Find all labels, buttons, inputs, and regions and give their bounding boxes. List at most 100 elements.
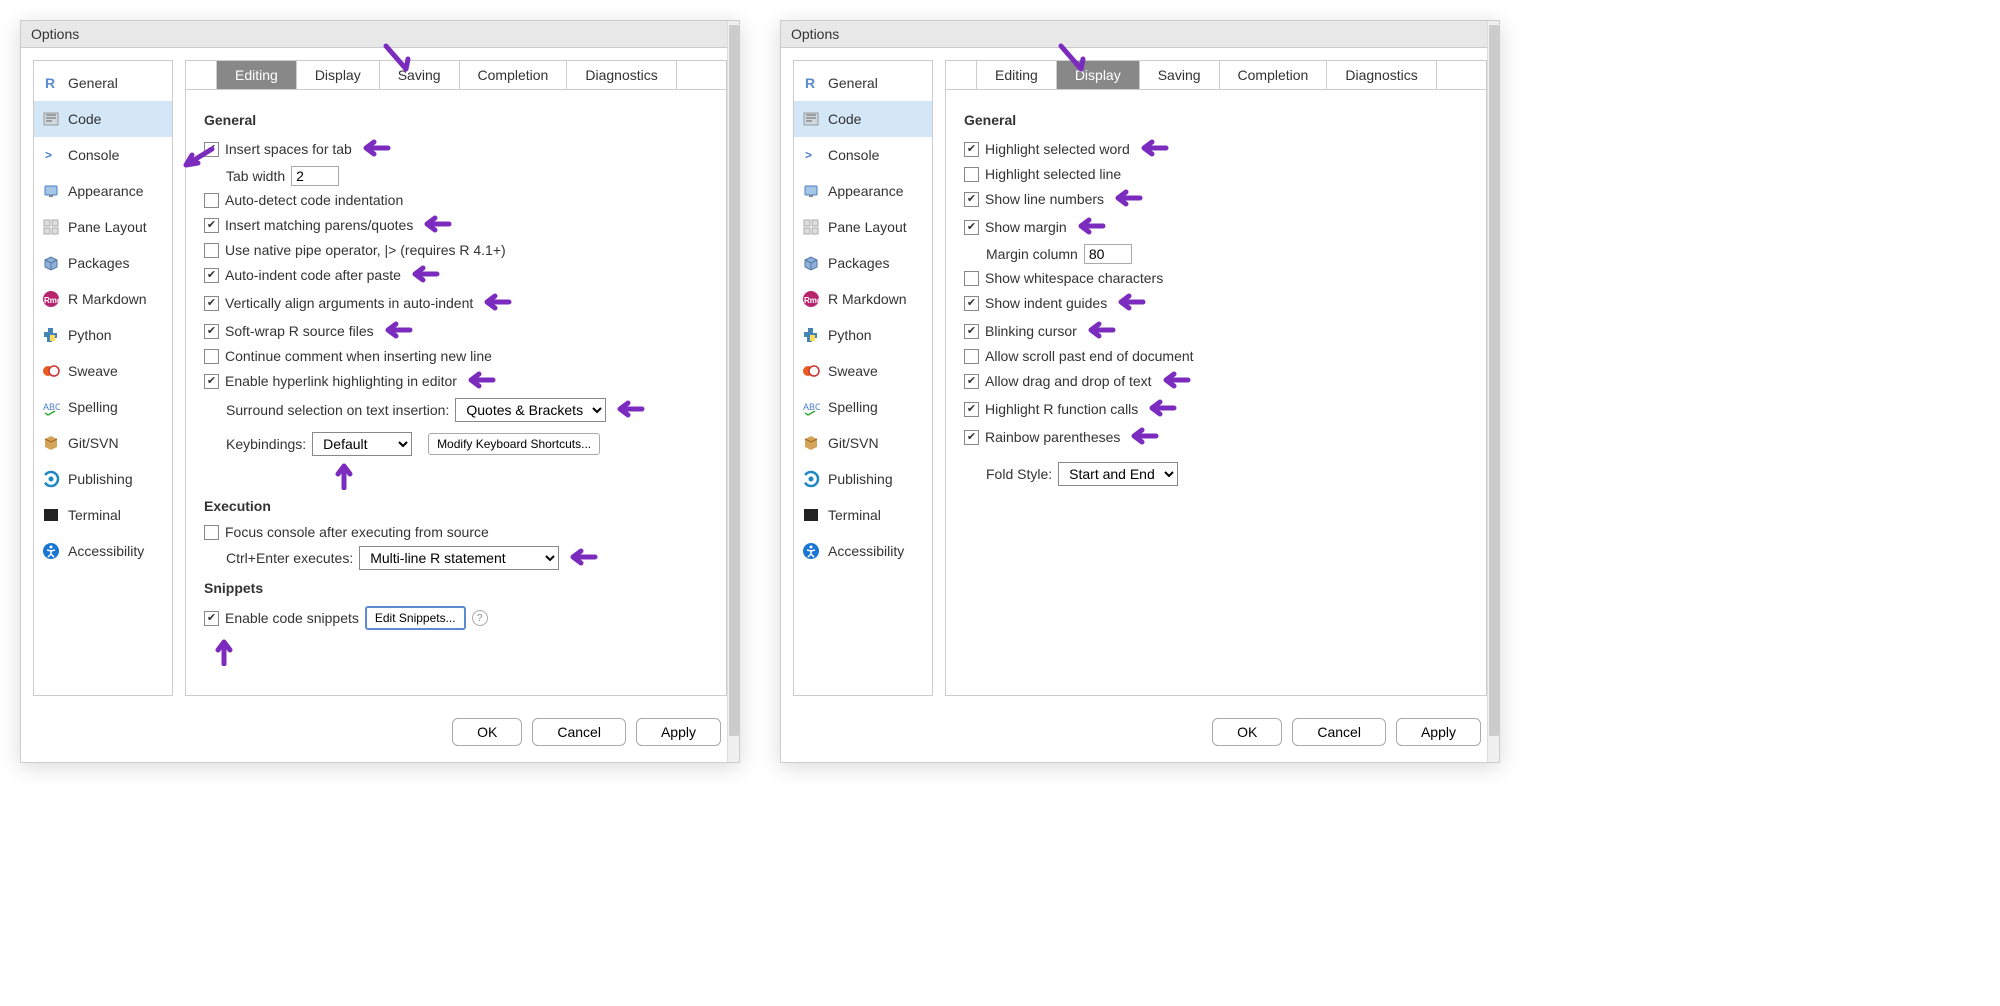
sidebar-item-general[interactable]: R General [34, 65, 172, 101]
sidebar-item-r-markdown[interactable]: RmdR Markdown [34, 281, 172, 317]
tab-saving[interactable]: Saving [1139, 60, 1220, 89]
sidebar-item-sweave[interactable]: Sweave [794, 353, 932, 389]
sidebar-item-packages[interactable]: Packages [34, 245, 172, 281]
checkbox-enable-snippets[interactable] [204, 611, 219, 626]
annotation-arrow [1110, 188, 1146, 210]
checkbox-focus-console[interactable] [204, 525, 219, 540]
annotation-arrow [1113, 292, 1149, 314]
svg-text:>: > [805, 148, 812, 162]
checkbox[interactable] [964, 349, 979, 364]
annotation-arrow [479, 292, 515, 314]
tab-editing[interactable]: Editing [976, 60, 1057, 89]
sidebar-item-console[interactable]: >Console [794, 137, 932, 173]
keybindings-select[interactable]: Default [312, 432, 412, 456]
tab-display[interactable]: Display [1056, 60, 1140, 89]
sidebar-item-r-markdown[interactable]: RmdR Markdown [794, 281, 932, 317]
sidebar-item-terminal[interactable]: Terminal [794, 497, 932, 533]
checkbox[interactable] [204, 349, 219, 364]
sidebar-item-label: Python [68, 327, 112, 343]
checkbox[interactable] [204, 374, 219, 389]
sidebar-item-label: Terminal [68, 507, 121, 523]
help-icon[interactable]: ? [472, 610, 488, 626]
tab-saving[interactable]: Saving [379, 60, 460, 89]
sidebar-item-git-svn[interactable]: Git/SVN [34, 425, 172, 461]
annotation-arrow [1126, 426, 1162, 448]
checkbox[interactable] [964, 167, 979, 182]
tab-diagnostics[interactable]: Diagnostics [566, 60, 676, 89]
annotation-arrow [1144, 398, 1180, 420]
checkbox[interactable] [204, 324, 219, 339]
checkbox[interactable] [964, 271, 979, 286]
checkbox[interactable] [204, 296, 219, 311]
tab-completion[interactable]: Completion [1219, 60, 1328, 89]
sidebar: RGeneralCode>Console Appearance Pane Layou… [793, 60, 933, 696]
sidebar-item-spelling[interactable]: ABCSpelling [34, 389, 172, 425]
checkbox[interactable] [964, 430, 979, 445]
sidebar-item-accessibility[interactable]: Accessibility [34, 533, 172, 569]
scrollbar[interactable] [1487, 21, 1499, 762]
sidebar-item-label: General [68, 75, 118, 91]
checkbox[interactable] [964, 220, 979, 235]
checkbox[interactable] [204, 218, 219, 233]
sidebar-item-pane-layout[interactable]: Pane Layout [34, 209, 172, 245]
tab-diagnostics[interactable]: Diagnostics [1326, 60, 1436, 89]
surround-select[interactable]: Quotes & Brackets [455, 398, 606, 422]
apply-button[interactable]: Apply [1396, 718, 1481, 746]
sidebar-item-terminal[interactable]: Terminal [34, 497, 172, 533]
tab-width-input[interactable] [291, 166, 339, 186]
modify-shortcuts-button[interactable]: Modify Keyboard Shortcuts... [428, 433, 600, 455]
ctrl-enter-select[interactable]: Multi-line R statement [359, 546, 559, 570]
scrollbar[interactable] [727, 21, 739, 762]
sidebar-item-appearance[interactable]: Appearance [794, 173, 932, 209]
sidebar-item-console[interactable]: >Console [34, 137, 172, 173]
checkbox[interactable] [964, 402, 979, 417]
sidebar-item-python[interactable]: Python [794, 317, 932, 353]
edit-snippets-button[interactable]: Edit Snippets... [365, 606, 466, 630]
ok-button[interactable]: OK [1212, 718, 1282, 746]
sidebar-item-code[interactable]: Code [34, 101, 172, 137]
annotation-arrow [565, 547, 601, 569]
checkbox[interactable] [964, 374, 979, 389]
sidebar-item-label: Git/SVN [68, 435, 119, 451]
checkbox-label: Rainbow parentheses [985, 429, 1120, 445]
checkbox[interactable] [204, 193, 219, 208]
sidebar-item-appearance[interactable]: Appearance [34, 173, 172, 209]
fold-style-select[interactable]: Start and End [1058, 462, 1178, 486]
content-panel: EditingDisplaySavingCompletionDiagnostic… [185, 60, 727, 696]
sidebar-item-label: Console [68, 147, 119, 163]
sidebar-item-packages[interactable]: Packages [794, 245, 932, 281]
layout-icon [802, 218, 820, 236]
tab-editing[interactable]: Editing [216, 60, 297, 89]
checkbox[interactable] [204, 268, 219, 283]
tab-completion[interactable]: Completion [459, 60, 568, 89]
checkbox[interactable] [964, 324, 979, 339]
ok-button[interactable]: OK [452, 718, 522, 746]
annotation-arrow [214, 636, 236, 666]
checkbox[interactable] [964, 142, 979, 157]
cancel-button[interactable]: Cancel [532, 718, 626, 746]
sidebar-item-python[interactable]: Python [34, 317, 172, 353]
checkbox[interactable] [964, 192, 979, 207]
checkbox[interactable] [204, 142, 219, 157]
sidebar-item-publishing[interactable]: Publishing [34, 461, 172, 497]
sidebar-item-label: Appearance [828, 183, 904, 199]
sidebar-item-publishing[interactable]: Publishing [794, 461, 932, 497]
sidebar-item-accessibility[interactable]: Accessibility [794, 533, 932, 569]
tabs: EditingDisplaySavingCompletionDiagnostic… [186, 60, 726, 90]
checkbox[interactable] [204, 243, 219, 258]
checkbox-label: Insert spaces for tab [225, 141, 352, 157]
sidebar-item-spelling[interactable]: ABCSpelling [794, 389, 932, 425]
sidebar-item-git-svn[interactable]: Git/SVN [794, 425, 932, 461]
sidebar-item-pane-layout[interactable]: Pane Layout [794, 209, 932, 245]
spelling-icon: ABC [802, 398, 820, 416]
tab-display[interactable]: Display [296, 60, 380, 89]
sidebar-item-sweave[interactable]: Sweave [34, 353, 172, 389]
checkbox[interactable] [964, 296, 979, 311]
sidebar-item-general[interactable]: RGeneral [794, 65, 932, 101]
margin-column-input[interactable] [1084, 244, 1132, 264]
apply-button[interactable]: Apply [636, 718, 721, 746]
r-icon: R [42, 74, 60, 92]
cancel-button[interactable]: Cancel [1292, 718, 1386, 746]
sidebar-item-code[interactable]: Code [794, 101, 932, 137]
publishing-icon [802, 470, 820, 488]
